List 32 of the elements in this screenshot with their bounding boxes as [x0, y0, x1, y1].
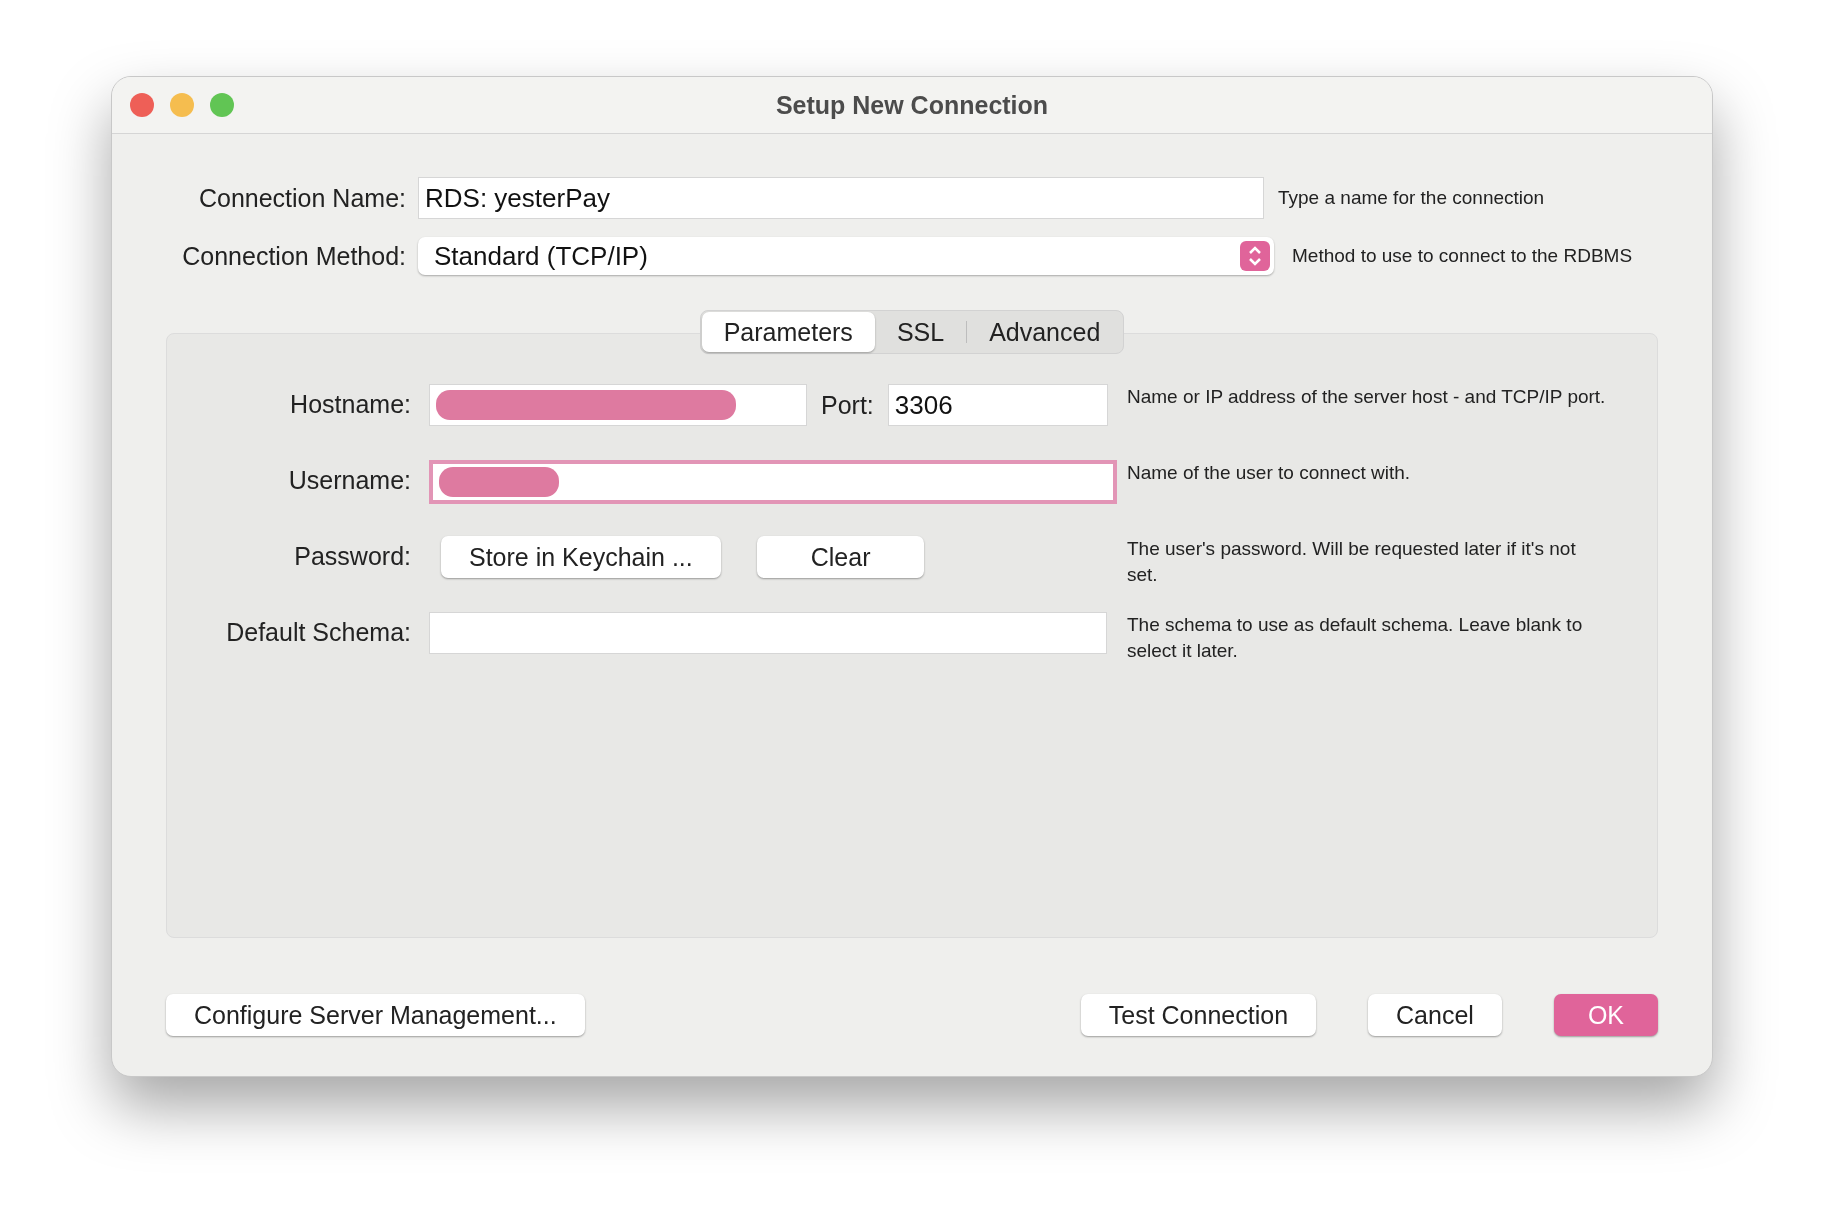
dialog-button[interactable]: Cancel	[1368, 994, 1502, 1036]
stepper-icon	[1240, 241, 1270, 271]
text-field[interactable]: RDS: yesterPay	[418, 177, 1264, 219]
minimize-button[interactable]	[170, 93, 194, 117]
field-label: Port:	[821, 390, 874, 420]
window-title: Setup New Connection	[774, 90, 1050, 120]
port-field[interactable]: 3306	[887, 384, 1108, 426]
field-label: Connection Name:	[197, 183, 407, 213]
field-label: Password:	[293, 541, 411, 571]
tab[interactable]: Parameters	[701, 312, 875, 352]
field-hint: Name of the user to connect with.	[1127, 461, 1412, 485]
field-hint: Name or IP address of the server host - and TCP/IP port.	[1127, 385, 1607, 409]
text-field[interactable]	[429, 460, 1117, 504]
field-label: Username:	[287, 465, 411, 495]
password-button[interactable]: Clear	[756, 536, 925, 578]
password-button[interactable]: Store in Keychain ...	[441, 536, 721, 578]
configure-button[interactable]: Configure Server Management...	[166, 994, 585, 1036]
field-label: Default Schema:	[225, 617, 411, 647]
dialog-button[interactable]: Test Connection	[1080, 994, 1317, 1036]
field-hint: The schema to use as default schema. Leave blank to select it later.	[1127, 613, 1584, 663]
close-button[interactable]	[130, 93, 154, 117]
field-hint: The user's password. Will be requested later if it's not set.	[1127, 537, 1577, 587]
field-hint: Type a name for the connection	[1278, 186, 1545, 210]
zoom-button[interactable]	[210, 93, 234, 117]
text-field[interactable]	[429, 612, 1107, 654]
tab[interactable]: SSL	[874, 312, 967, 352]
field-label: Connection Method:	[181, 241, 407, 271]
field-hint: Method to use to connect to the RDBMS	[1292, 244, 1633, 268]
text-field[interactable]	[429, 384, 807, 426]
field-label: Hostname:	[289, 389, 411, 419]
method-dropdown[interactable]: Standard (TCP/IP)	[418, 237, 1274, 275]
tab[interactable]: Advanced	[967, 312, 1123, 352]
